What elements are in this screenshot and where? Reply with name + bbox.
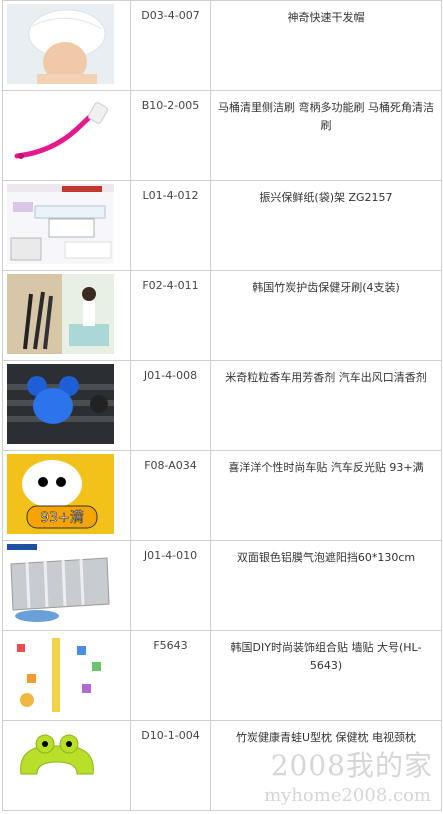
product-table: D03-4-007 神奇快速干发帽 B10-2-005 马桶清里侧洁刷 弯柄多功… [2, 0, 442, 811]
table-row: L01-4-012 振兴保鲜纸(袋)架 ZG2157 [2, 180, 442, 271]
table-row: F02-4-011 韩国竹炭护齿保健牙刷(4支装) [2, 270, 442, 361]
table-row: 93+满 F08-A034 喜洋洋个性时尚车贴 汽车反光贴 93+满 [2, 450, 442, 541]
watermark-url: myhome2008.com [264, 785, 431, 806]
product-name: 马桶清里侧洁刷 弯柄多功能刷 马桶死角清洁刷 [210, 90, 442, 181]
toothbrush-photo [7, 274, 114, 354]
image-cell [2, 180, 131, 271]
product-name: 喜洋洋个性时尚车贴 汽车反光贴 93+满 [210, 450, 442, 541]
wrap-holder-photo [7, 184, 114, 264]
product-code: F5643 [130, 630, 211, 721]
product-name: 振兴保鲜纸(袋)架 ZG2157 [210, 180, 442, 271]
product-name: 米奇粒粒香车用芳香剂 汽车出风口清香剂 [210, 360, 442, 451]
product-code: J01-4-010 [130, 540, 211, 631]
product-name: 神奇快速干发帽 [210, 0, 442, 91]
table-row: J01-4-008 米奇粒粒香车用芳香剂 汽车出风口清香剂 [2, 360, 442, 451]
toilet-brush-photo [7, 94, 114, 174]
air-freshener-photo [7, 364, 114, 444]
image-cell [2, 720, 131, 811]
image-cell [2, 630, 131, 721]
image-cell: 93+满 [2, 450, 131, 541]
product-code: L01-4-012 [130, 180, 211, 271]
watermark-title: 2008我的家 [270, 749, 433, 782]
product-code: D10-1-004 [130, 720, 211, 811]
table-row: J01-4-010 双面银色铝膜气泡遮阳挡60*130cm [2, 540, 442, 631]
image-cell [2, 0, 131, 91]
wall-sticker-photo [7, 634, 114, 714]
towel-cap-photo [7, 4, 114, 84]
image-cell [2, 270, 131, 361]
product-name: 韩国DIY时尚装饰组合贴 墙贴 大号(HL-5643) [210, 630, 442, 721]
table-row: B10-2-005 马桶清里侧洁刷 弯柄多功能刷 马桶死角清洁刷 [2, 90, 442, 181]
image-cell [2, 90, 131, 181]
product-code: F08-A034 [130, 450, 211, 541]
image-cell [2, 540, 131, 631]
product-name: 韩国竹炭护齿保健牙刷(4支装) [210, 270, 442, 361]
car-sticker-photo: 93+满 [7, 454, 114, 534]
sunshade-photo [7, 544, 114, 624]
sticker-text: 93+满 [40, 510, 84, 526]
product-code: B10-2-005 [130, 90, 211, 181]
table-row: F5643 韩国DIY时尚装饰组合贴 墙贴 大号(HL-5643) [2, 630, 442, 721]
product-code: F02-4-011 [130, 270, 211, 361]
product-code: J01-4-008 [130, 360, 211, 451]
product-name: 双面银色铝膜气泡遮阳挡60*130cm [210, 540, 442, 631]
image-cell [2, 360, 131, 451]
product-code: D03-4-007 [130, 0, 211, 91]
table-row: D03-4-007 神奇快速干发帽 [2, 0, 442, 91]
frog-pillow-photo [7, 724, 114, 804]
